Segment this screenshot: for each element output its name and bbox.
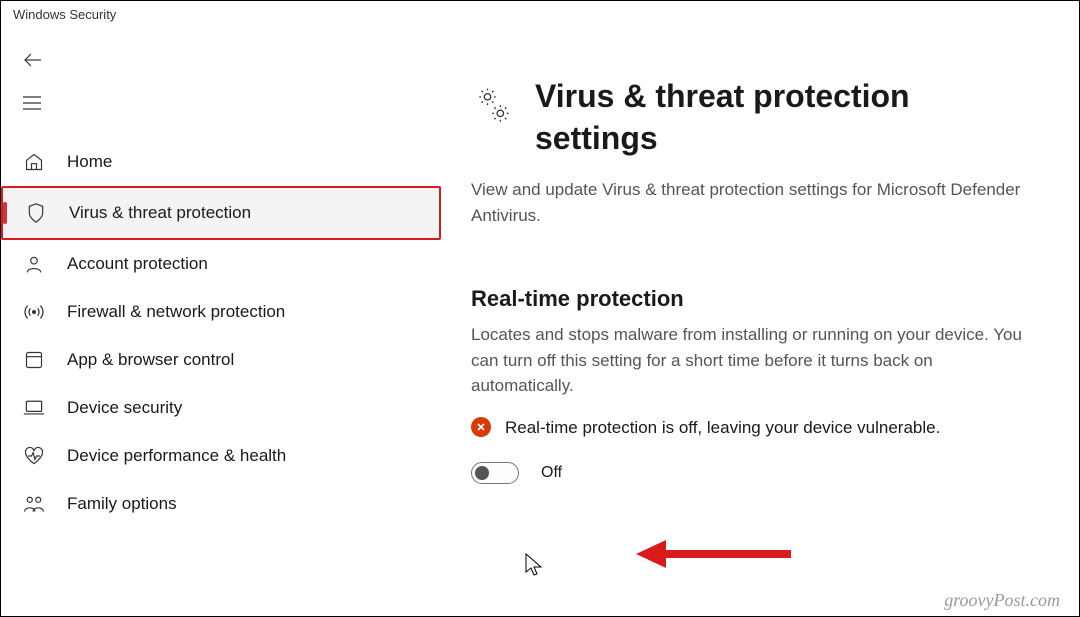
warning-badge-icon	[471, 417, 491, 437]
sidebar-item-virus-threat[interactable]: Virus & threat protection	[3, 188, 439, 238]
sidebar-item-label: App & browser control	[67, 350, 234, 370]
toggle-knob	[475, 466, 489, 480]
page-title: Virus & threat protection settings	[535, 76, 1039, 159]
family-icon	[23, 494, 45, 514]
sidebar-item-account[interactable]: Account protection	[1, 240, 441, 288]
sidebar-item-label: Device performance & health	[67, 446, 286, 466]
sidebar-item-family[interactable]: Family options	[1, 480, 441, 528]
warning-row: Real-time protection is off, leaving you…	[471, 415, 1039, 441]
watermark: groovyPost.com	[944, 590, 1060, 611]
laptop-icon	[23, 399, 45, 417]
warning-text: Real-time protection is off, leaving you…	[505, 415, 940, 441]
sidebar-item-label: Home	[67, 152, 112, 172]
heartbeat-icon	[23, 446, 45, 466]
section-title: Real-time protection	[471, 286, 1039, 312]
toggle-state-label: Off	[541, 464, 562, 482]
sidebar-item-firewall[interactable]: Firewall & network protection	[1, 288, 441, 336]
hamburger-menu-button[interactable]	[1, 82, 441, 124]
titlebar: Windows Security	[1, 1, 1079, 28]
sidebar: Home Virus & threat protection Account p…	[1, 28, 441, 616]
sidebar-item-device-security[interactable]: Device security	[1, 384, 441, 432]
settings-gears-icon	[471, 76, 515, 133]
sidebar-item-label: Virus & threat protection	[69, 203, 251, 223]
nav-list: Home Virus & threat protection Account p…	[1, 138, 441, 528]
shield-icon	[25, 202, 47, 224]
window-title: Windows Security	[13, 7, 116, 22]
highlight-annotation: Virus & threat protection	[1, 186, 441, 240]
back-arrow-icon	[23, 52, 43, 68]
person-icon	[23, 254, 45, 274]
body: Home Virus & threat protection Account p…	[1, 28, 1079, 616]
sidebar-item-label: Device security	[67, 398, 182, 418]
app-icon	[23, 350, 45, 370]
content-header: Virus & threat protection settings	[471, 76, 1039, 159]
sidebar-item-app-browser[interactable]: App & browser control	[1, 336, 441, 384]
window: Windows Security	[0, 0, 1080, 617]
back-button[interactable]	[1, 38, 441, 82]
sidebar-item-label: Family options	[67, 494, 177, 514]
sidebar-item-label: Account protection	[67, 254, 208, 274]
page-description: View and update Virus & threat protectio…	[471, 177, 1039, 228]
section-description: Locates and stops malware from installin…	[471, 322, 1039, 399]
content-pane: Virus & threat protection settings View …	[441, 28, 1079, 616]
realtime-toggle[interactable]	[471, 462, 519, 484]
antenna-icon	[23, 302, 45, 322]
toggle-row: Off	[471, 462, 1039, 484]
sidebar-item-home[interactable]: Home	[1, 138, 441, 186]
hamburger-icon	[23, 96, 41, 110]
sidebar-item-performance[interactable]: Device performance & health	[1, 432, 441, 480]
sidebar-item-label: Firewall & network protection	[67, 302, 285, 322]
home-icon	[23, 152, 45, 172]
realtime-section: Real-time protection Locates and stops m…	[471, 286, 1039, 484]
